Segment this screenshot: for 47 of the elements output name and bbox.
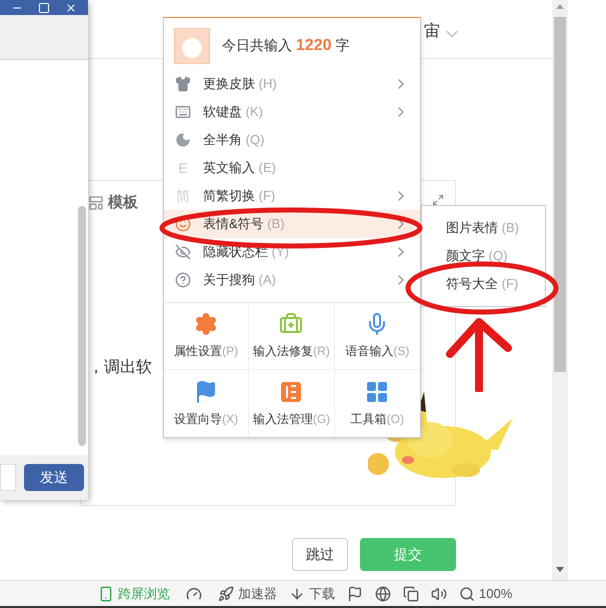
- scrollbar[interactable]: [552, 0, 568, 580]
- maximize-icon[interactable]: [38, 2, 50, 14]
- window-icon[interactable]: [403, 586, 419, 602]
- tool-button[interactable]: 输入法修复(R): [249, 303, 335, 370]
- expand-icon[interactable]: [432, 194, 444, 206]
- send-button[interactable]: 发送: [24, 464, 84, 491]
- zoom-icon: [459, 586, 475, 602]
- menu-item[interactable]: 关于搜狗 (A): [164, 266, 420, 294]
- tool-button[interactable]: 语音输入(S): [334, 303, 420, 370]
- skip-button[interactable]: 跳过: [292, 538, 348, 571]
- moon-icon: [175, 132, 191, 148]
- toolbox-grid-icon: [365, 380, 390, 404]
- avatar: [174, 28, 210, 64]
- phone-icon: [98, 586, 114, 602]
- template-button[interactable]: 模板: [108, 192, 138, 214]
- manager-icon: [279, 380, 304, 404]
- tool-button[interactable]: 属性设置(P): [164, 303, 250, 370]
- shirt-icon: [175, 76, 191, 92]
- menu-item[interactable]: 更换皮肤 (H): [164, 70, 420, 98]
- template-icon: [88, 195, 104, 211]
- download-button[interactable]: 下载: [289, 584, 335, 604]
- menu-item[interactable]: 软键盘 (K): [164, 98, 420, 126]
- close-icon[interactable]: [64, 2, 77, 14]
- tool-button[interactable]: 设置向导(X): [164, 370, 250, 437]
- tool-button[interactable]: 输入法管理(G): [249, 370, 335, 437]
- accelerator-button[interactable]: 加速器: [218, 584, 277, 604]
- gear-icon: [194, 312, 218, 336]
- chat-scrollbar[interactable]: [78, 206, 86, 446]
- header-text: 宙: [424, 22, 440, 42]
- submenu-item[interactable]: 颜文字 (Q): [422, 242, 545, 270]
- gauge-icon[interactable]: [186, 586, 202, 602]
- hide-icon: [175, 244, 191, 260]
- message-field[interactable]: [0, 464, 16, 491]
- download-icon: [289, 586, 305, 602]
- keyboard-icon: [175, 104, 191, 120]
- body-text: ，调出软: [88, 358, 152, 378]
- speaker-icon[interactable]: [431, 586, 447, 602]
- flag-icon[interactable]: [347, 586, 363, 602]
- help-icon: [175, 272, 191, 288]
- zoom-button[interactable]: 100%: [459, 584, 512, 604]
- rocket-icon: [218, 586, 234, 602]
- menu-item[interactable]: 全半角 (Q): [164, 126, 420, 154]
- submenu-item[interactable]: 图片表情 (B): [422, 214, 545, 242]
- tool-button[interactable]: 工具箱(O): [334, 370, 420, 437]
- browser-icon[interactable]: [375, 586, 391, 602]
- toolbox-icon: [279, 312, 304, 336]
- input-count-text: 今日共输入 1220 字: [222, 36, 350, 56]
